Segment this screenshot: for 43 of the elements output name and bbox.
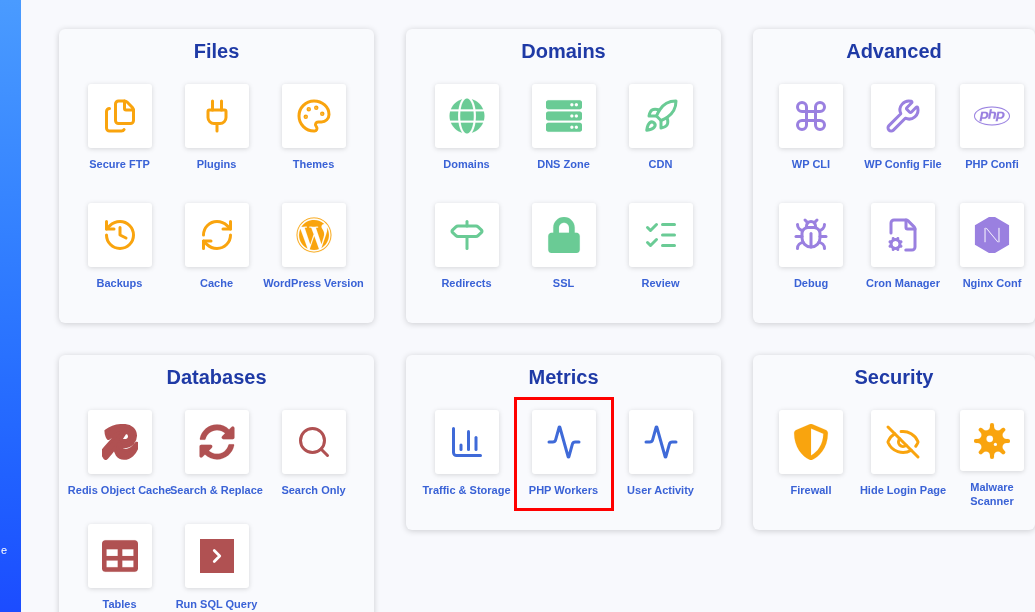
tool-label[interactable]: Backups — [67, 276, 172, 290]
tool-tile[interactable] — [434, 84, 499, 148]
tool-tile[interactable] — [184, 203, 249, 267]
tool-tile[interactable] — [87, 410, 152, 474]
tool-label[interactable]: WordPress Version — [261, 276, 366, 290]
tool-tile[interactable] — [871, 84, 935, 148]
tool-label[interactable]: PHP Confi — [953, 157, 1031, 171]
tool-tile[interactable] — [628, 203, 693, 267]
tool-tile[interactable] — [281, 203, 346, 267]
tool-tile[interactable] — [184, 410, 249, 474]
tool-tile[interactable] — [960, 203, 1024, 267]
tool-tile[interactable] — [531, 410, 596, 474]
tool-tile[interactable] — [87, 524, 152, 588]
tool-tile[interactable] — [281, 410, 346, 474]
tool-tile[interactable] — [871, 410, 935, 474]
tool-tile[interactable] — [871, 203, 935, 267]
tool-tile[interactable] — [184, 84, 249, 148]
tool-tile[interactable] — [434, 203, 499, 267]
section-title: Advanced — [845, 39, 943, 64]
tool-label[interactable]: Malware Scanner — [953, 480, 1031, 508]
tool-tile[interactable] — [87, 203, 152, 267]
tool-tile[interactable] — [87, 84, 152, 148]
section-title: Files — [192, 39, 241, 64]
section-title: Databases — [165, 365, 268, 390]
tool-tile[interactable] — [628, 84, 693, 148]
section-title: Security — [853, 365, 935, 390]
tool-label[interactable]: Hide Login Page — [851, 483, 955, 497]
tool-tile[interactable] — [281, 84, 346, 148]
section-title: Domains — [520, 39, 607, 64]
tool-label[interactable]: Nginx Conf — [953, 276, 1031, 290]
tool-tile[interactable] — [531, 203, 596, 267]
tool-tile[interactable] — [628, 410, 693, 474]
tool-tile[interactable] — [960, 84, 1024, 148]
tool-tile[interactable] — [779, 84, 843, 148]
sidebar-text: e — [0, 542, 9, 558]
tool-tile[interactable] — [184, 524, 249, 588]
tool-tile[interactable] — [434, 410, 499, 474]
tool-tile[interactable] — [779, 203, 843, 267]
tool-tile[interactable] — [531, 84, 596, 148]
tool-label[interactable]: Redis Object Cache — [67, 483, 172, 497]
section-title: Metrics — [527, 365, 600, 390]
tool-tile[interactable] — [779, 410, 843, 474]
tool-tile[interactable] — [960, 410, 1024, 471]
